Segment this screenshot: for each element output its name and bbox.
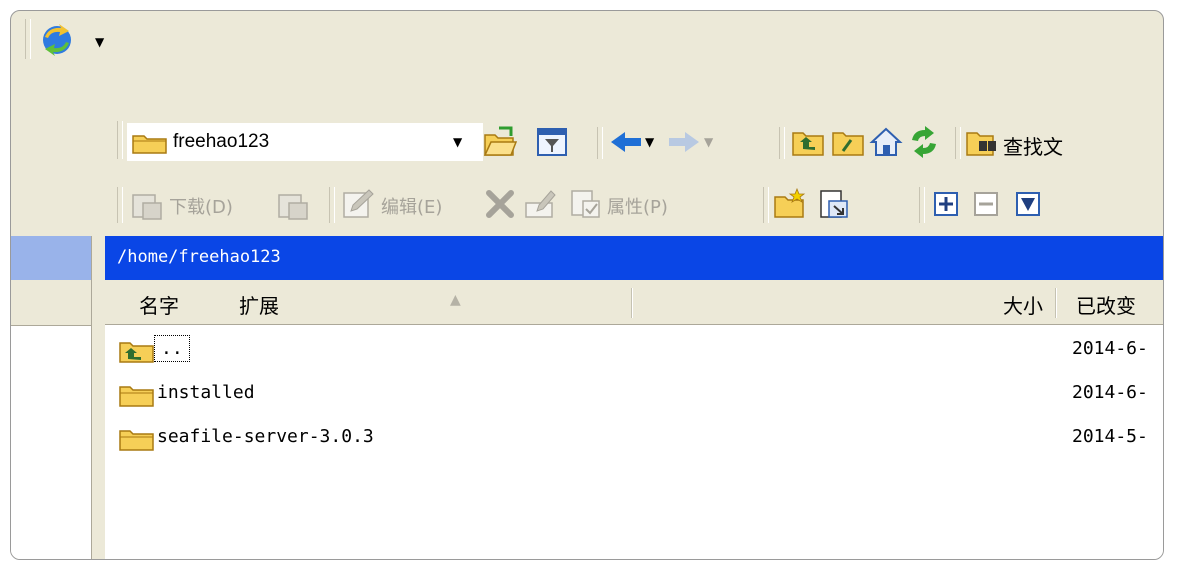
remote-path-bar[interactable]: /home/freehao123 [105, 236, 1163, 280]
new-folder-icon[interactable] [773, 187, 807, 221]
list-item[interactable]: seafile-server-3.0.3 2014-5- [105, 419, 1163, 457]
toolbar-gripper[interactable] [597, 127, 603, 159]
column-separator[interactable] [1055, 288, 1057, 318]
list-item[interactable]: installed 2014-6- [105, 375, 1163, 413]
toolbar-gripper[interactable] [117, 121, 123, 159]
properties-icon[interactable] [569, 187, 603, 221]
delete-icon[interactable] [483, 187, 517, 221]
back-icon[interactable] [609, 125, 643, 159]
forward-dropdown-arrow[interactable]: ▼ [704, 135, 713, 149]
toolbar-gripper[interactable] [919, 187, 925, 223]
file-list: .. 2014-6- installed 2014-6- seafile-ser… [105, 325, 1163, 559]
sort-ascending-icon: ▲ [450, 292, 461, 308]
find-files-icon[interactable] [965, 125, 999, 159]
path-combo-dropdown[interactable]: ▼ [453, 135, 462, 149]
download-icon[interactable] [129, 187, 163, 221]
sync-icon[interactable] [39, 23, 75, 57]
file-modified: 2014-5- [1072, 426, 1148, 447]
upload-icon[interactable] [275, 187, 309, 221]
column-modified[interactable]: 已改变 [1076, 290, 1136, 319]
parent-directory-icon[interactable] [791, 125, 825, 159]
properties-label[interactable]: 属性(P) [607, 193, 668, 219]
select-remove-icon[interactable] [969, 187, 1003, 221]
rename-icon[interactable] [523, 187, 557, 221]
local-path-bar[interactable] [11, 236, 91, 280]
file-name: seafile-server-3.0.3 [157, 426, 374, 447]
new-file-icon[interactable] [817, 187, 851, 221]
column-size[interactable]: 大小 [1003, 290, 1043, 319]
folder-icon [119, 430, 154, 451]
folder-icon [119, 386, 154, 407]
select-filter-icon[interactable] [1011, 187, 1045, 221]
open-folder-icon[interactable] [483, 125, 517, 159]
path-combo-value: freehao123 [173, 131, 270, 152]
back-dropdown-arrow[interactable]: ▼ [645, 135, 654, 149]
path-combo[interactable]: freehao123 [127, 123, 483, 161]
column-separator[interactable] [631, 288, 633, 318]
edit-icon[interactable] [341, 187, 375, 221]
file-modified: 2014-6- [1072, 338, 1148, 359]
column-header: 名字 扩展 ▲ 大小 已改变 [105, 280, 1163, 325]
parent-folder-icon [119, 342, 154, 363]
toolbar-gripper[interactable] [117, 187, 123, 223]
file-modified: 2014-6- [1072, 382, 1148, 403]
refresh-icon[interactable] [907, 125, 941, 159]
forward-icon[interactable] [667, 125, 701, 159]
home-icon[interactable] [869, 125, 903, 159]
column-name[interactable]: 名字 [139, 290, 179, 319]
toolbar-separator [329, 187, 335, 223]
toolbar-gripper[interactable] [779, 127, 785, 159]
column-extension[interactable]: 扩展 [239, 290, 279, 319]
sync-dropdown-arrow[interactable]: ▼ [95, 35, 104, 49]
list-item[interactable]: .. 2014-6- [105, 331, 1163, 369]
file-name: installed [157, 382, 255, 403]
find-files-label[interactable]: 查找文 [1003, 131, 1063, 160]
select-add-icon[interactable] [929, 187, 963, 221]
file-manager-window: ▼ freehao123 ▼ ▼ ▼ 查找文 下载(D) 编辑(E) 属性(P)… [10, 10, 1164, 560]
folder-icon [132, 135, 167, 154]
local-column-header [11, 280, 91, 326]
filter-icon[interactable] [535, 125, 569, 159]
edit-label[interactable]: 编辑(E) [381, 193, 442, 219]
download-label[interactable]: 下载(D) [169, 193, 233, 219]
file-name: .. [154, 335, 190, 362]
toolbar-top: ▼ [11, 11, 1163, 111]
toolbar-separator [763, 187, 769, 223]
local-pane [11, 236, 91, 559]
toolbar-gripper[interactable] [25, 19, 31, 59]
toolbar-gripper[interactable] [955, 127, 961, 159]
root-directory-icon[interactable] [831, 125, 865, 159]
remote-path-text: /home/freehao123 [117, 247, 281, 267]
